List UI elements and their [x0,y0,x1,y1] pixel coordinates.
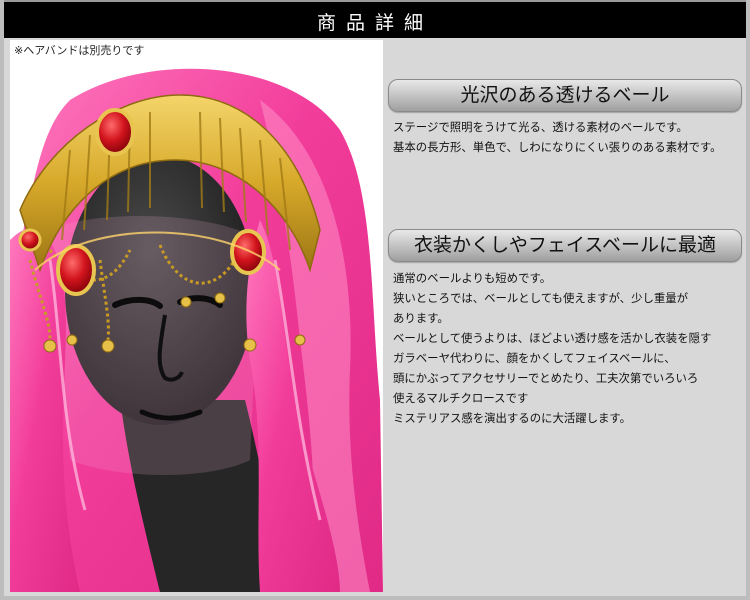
text-line: 基本の長方形、単色で、しわになりにくい張りのある素材です。 [393,140,722,154]
description-panel: 光沢のある透けるベール ステージで照明をうけて光る、透ける素材のベールです。 基… [388,40,746,592]
section-heading-2: 衣装かくしやフェイスベールに最適 [388,229,742,262]
text-line: 通常のベールよりも短めです。 [393,271,552,285]
text-line: ミステリアス感を演出するのに大活躍します。 [393,411,632,425]
jewel-right [230,229,266,275]
text-line: ガラベーヤ代わりに、顔をかくしてフェイスベールに、 [393,351,676,365]
text-line: あります。 [393,311,449,325]
text-line: 使えるマルチクロースです [393,391,529,405]
text-line: 頭にかぶってアクセサリーでとめたり、工夫次第でいろいろ [393,371,699,385]
product-photo: ※ヘアバンドは別売りです [10,40,383,592]
section-text-1: ステージで照明をうけて光る、透ける素材のベールです。 基本の長方形、単色で、しわ… [393,117,747,157]
text-line: ベールとして使うよりは、ほどよい透け感を活かし衣装を隠す [393,331,712,345]
jewel-left [56,244,96,296]
title-bar: 商品詳細 [4,0,746,38]
section-heading-1: 光沢のある透けるベール [388,79,742,112]
section-text-2: 通常のベールよりも短めです。 狭いところでは、ベールとしても使えますが、少し重量… [393,268,747,428]
veil-mannequin-illustration [10,68,383,592]
page-title: 商品詳細 [316,12,433,34]
text-line: 狭いところでは、ベールとしても使えますが、少し重量が [393,291,689,305]
text-line: ステージで照明をうけて光る、透ける素材のベールです。 [393,120,688,134]
page-frame: 商品詳細 ※ヘアバンドは別売りです 光沢のある透けるベール ステージで照明をうけ… [0,0,750,600]
jewel-top [95,108,135,156]
photo-note: ※ヘアバンドは別売りです [14,44,145,57]
